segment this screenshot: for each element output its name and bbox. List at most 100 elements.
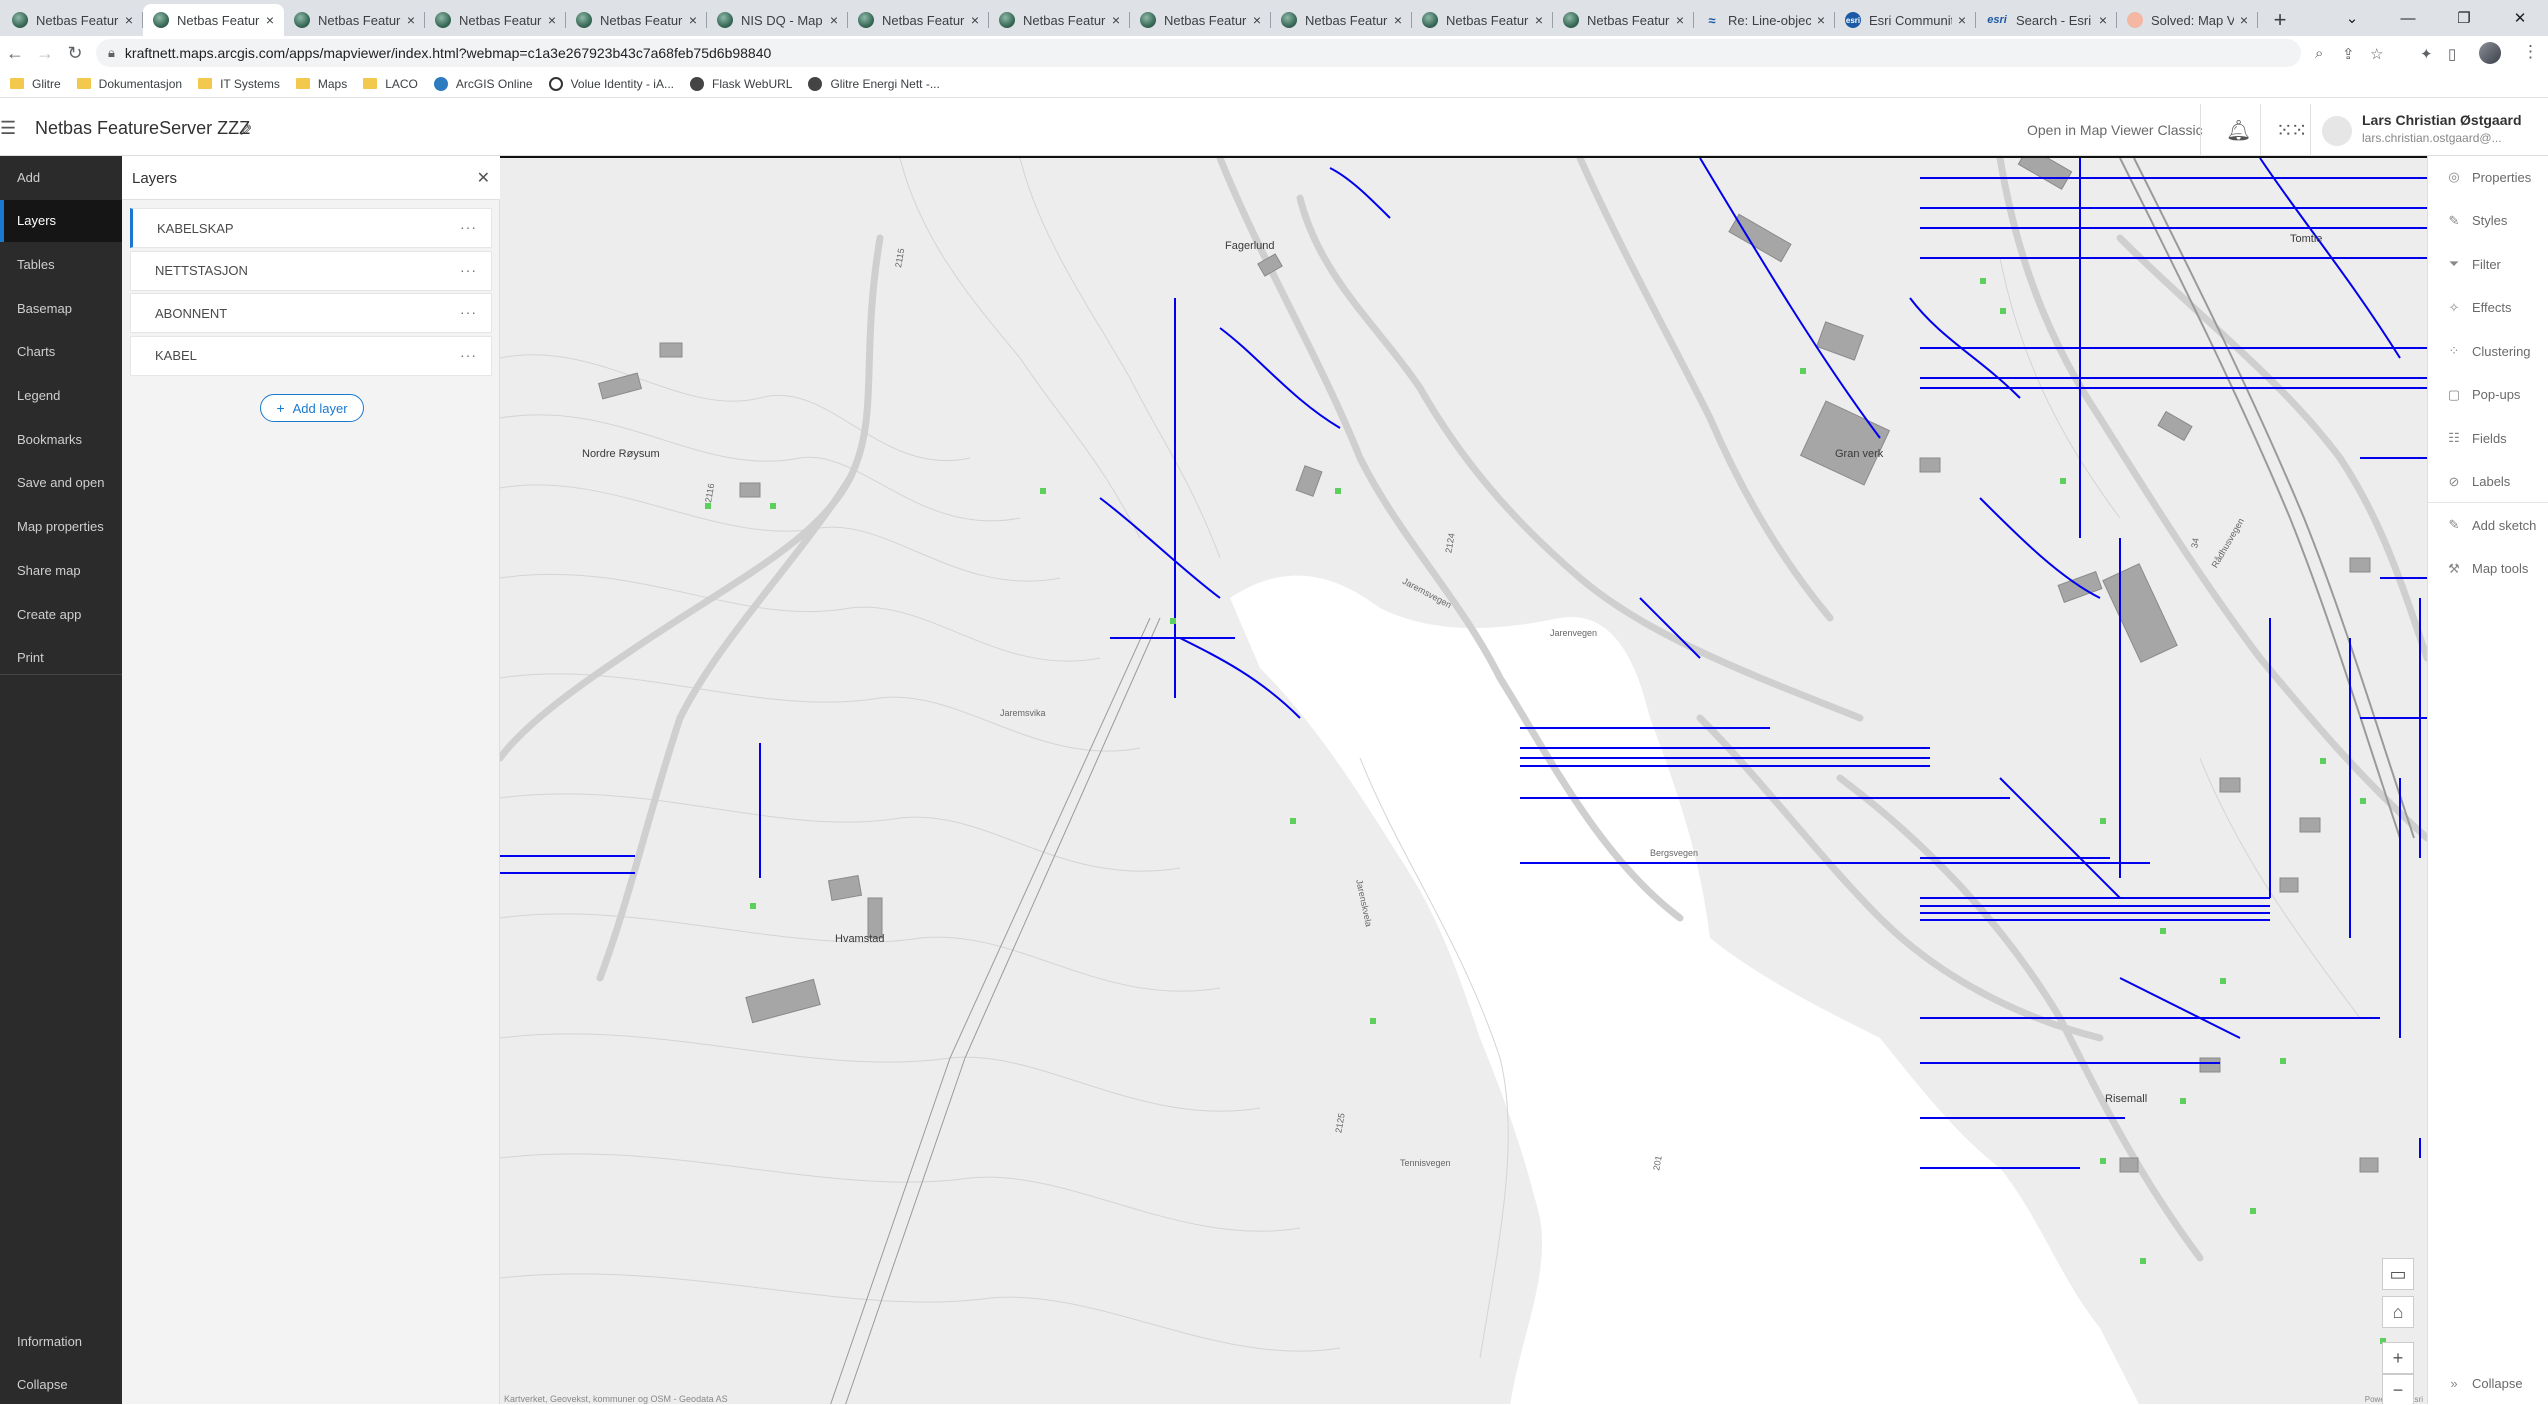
bell-icon[interactable]: 🔔︎ bbox=[2226, 118, 2251, 143]
close-icon[interactable]: × bbox=[971, 12, 979, 28]
close-icon[interactable]: × bbox=[125, 12, 133, 28]
close-icon[interactable]: × bbox=[1394, 12, 1402, 28]
extensions-icon[interactable]: ✦ bbox=[2420, 45, 2433, 63]
browser-tab[interactable]: Netbas Featur × bbox=[143, 4, 284, 36]
close-icon[interactable]: × bbox=[407, 12, 415, 28]
bookmark-item[interactable]: Dokumentasjon bbox=[76, 77, 182, 91]
setting-add-sketch[interactable]: ✎ Add sketch bbox=[2428, 504, 2548, 546]
close-icon[interactable]: × bbox=[266, 12, 274, 28]
close-icon[interactable]: × bbox=[1112, 12, 1120, 28]
setting-pop-ups[interactable]: ▢ Pop-ups bbox=[2428, 374, 2548, 416]
more-options-icon[interactable]: ··· bbox=[460, 304, 477, 320]
setting-labels[interactable]: ⊘ Labels bbox=[2428, 461, 2548, 503]
browser-tab[interactable]: Netbas Featur × bbox=[1271, 4, 1412, 36]
share-icon[interactable]: ⇪ bbox=[2342, 45, 2355, 63]
sidepanel-icon[interactable]: ▯ bbox=[2448, 45, 2456, 63]
browser-tab[interactable]: NIS DQ - Map × bbox=[707, 4, 848, 36]
map-view[interactable]: Nordre Røysum Hvamstad Fagerlund Gran verk T… bbox=[500, 156, 2427, 1404]
browser-tab[interactable]: esri Esri Communit × bbox=[1835, 4, 1976, 36]
more-options-icon[interactable]: ··· bbox=[460, 262, 477, 278]
close-icon[interactable]: ✕ bbox=[2492, 9, 2548, 27]
close-icon[interactable]: × bbox=[1253, 12, 1261, 28]
forward-icon[interactable]: → bbox=[30, 43, 60, 64]
browser-tab[interactable]: Netbas Featur × bbox=[1553, 4, 1694, 36]
tool-basemap[interactable]: Basemap bbox=[0, 287, 122, 329]
app-launcher-icon[interactable]: ⁙⁙ bbox=[2276, 118, 2307, 143]
tool-tables[interactable]: Tables bbox=[0, 243, 122, 285]
close-icon[interactable]: × bbox=[2240, 12, 2248, 28]
url-bar[interactable]: 🔒︎ kraftnett.maps.arcgis.com/apps/mapvie… bbox=[96, 39, 2301, 67]
pencil-icon[interactable]: ✎ bbox=[235, 123, 255, 136]
home-icon[interactable]: ⌂ bbox=[2382, 1296, 2414, 1328]
more-options-icon[interactable]: ··· bbox=[460, 347, 477, 363]
tool-save-and-open[interactable]: Save and open bbox=[0, 462, 122, 504]
zoom-out-icon[interactable]: − bbox=[2382, 1374, 2414, 1404]
browser-tab[interactable]: Netbas Featur × bbox=[1412, 4, 1553, 36]
browser-tab[interactable]: ≈ Re: Line-object × bbox=[1694, 4, 1835, 36]
close-icon[interactable]: × bbox=[1535, 12, 1543, 28]
basemap-toggle-icon[interactable]: ▭ bbox=[2382, 1258, 2414, 1290]
more-options-icon[interactable]: ··· bbox=[460, 219, 477, 235]
collapse-button[interactable]: » Collapse bbox=[2428, 1362, 2548, 1404]
browser-tab[interactable]: Netbas Featur × bbox=[2, 4, 143, 36]
lock-icon[interactable]: 🔒︎ bbox=[108, 45, 115, 61]
tool-information[interactable]: Information bbox=[0, 1320, 122, 1362]
zoom-icon[interactable]: ⌕ bbox=[2315, 45, 2323, 62]
open-classic-link[interactable]: Open in Map Viewer Classic bbox=[2027, 122, 2203, 138]
new-tab-button[interactable]: + bbox=[2264, 4, 2296, 36]
bookmark-item[interactable]: ArcGIS Online bbox=[433, 76, 533, 91]
hamburger-menu-icon[interactable]: ☰ bbox=[0, 118, 16, 139]
close-icon[interactable]: × bbox=[1817, 12, 1825, 28]
setting-properties[interactable]: ◎ Properties bbox=[2428, 156, 2548, 198]
map-canvas[interactable] bbox=[500, 158, 2427, 1404]
bookmark-item[interactable]: Volue Identity - iA... bbox=[548, 76, 674, 91]
browser-tab[interactable]: Netbas Featur × bbox=[848, 4, 989, 36]
tool-layers[interactable]: Layers bbox=[0, 199, 122, 242]
close-icon[interactable]: × bbox=[689, 12, 697, 28]
bookmark-item[interactable]: IT Systems bbox=[198, 77, 280, 91]
user-avatar[interactable] bbox=[2322, 116, 2352, 146]
star-icon[interactable]: ☆ bbox=[2370, 45, 2383, 63]
layer-item-nettstasjon[interactable]: NETTSTASJON ··· bbox=[130, 250, 492, 291]
setting-clustering[interactable]: ⁘ Clustering bbox=[2428, 330, 2548, 372]
tool-share-map[interactable]: Share map bbox=[0, 549, 122, 591]
setting-map-tools[interactable]: ⚒ Map tools bbox=[2428, 548, 2548, 590]
chevron-down-icon[interactable]: ⌄ bbox=[2324, 9, 2380, 27]
close-icon[interactable]: ✕ bbox=[477, 168, 490, 188]
kebab-menu-icon[interactable]: ⋮ bbox=[2522, 42, 2539, 62]
browser-tab[interactable]: Netbas Featur × bbox=[989, 4, 1130, 36]
close-icon[interactable]: × bbox=[1676, 12, 1684, 28]
tool-map-properties[interactable]: Map properties bbox=[0, 506, 122, 548]
tool-add[interactable]: Add bbox=[0, 156, 122, 198]
browser-tab[interactable]: Netbas Featur × bbox=[1130, 4, 1271, 36]
tool-collapse[interactable]: Collapse bbox=[0, 1363, 122, 1405]
layer-item-kabelskap[interactable]: KABELSKAP ··· bbox=[130, 208, 492, 248]
bookmark-item[interactable]: Maps bbox=[295, 77, 347, 91]
browser-tab[interactable]: Netbas Featur × bbox=[566, 4, 707, 36]
restore-icon[interactable]: ❐ bbox=[2436, 9, 2492, 27]
browser-profile-avatar[interactable] bbox=[2479, 42, 2501, 64]
tool-print[interactable]: Print bbox=[0, 637, 122, 679]
bookmark-item[interactable]: Glitre bbox=[10, 77, 61, 91]
zoom-in-icon[interactable]: + bbox=[2382, 1342, 2414, 1374]
browser-tab[interactable]: esri Search - Esri C × bbox=[1976, 4, 2117, 36]
close-icon[interactable]: × bbox=[1958, 12, 1966, 28]
setting-filter[interactable]: ⏷ Filter bbox=[2428, 243, 2548, 285]
setting-styles[interactable]: ✎ Styles bbox=[2428, 200, 2548, 242]
bookmark-item[interactable]: Flask WebURL bbox=[689, 76, 792, 91]
user-name[interactable]: Lars Christian Østgaard bbox=[2362, 112, 2522, 128]
bookmark-item[interactable]: Glitre Energi Nett -... bbox=[808, 76, 940, 91]
tool-create-app[interactable]: Create app bbox=[0, 593, 122, 635]
tool-legend[interactable]: Legend bbox=[0, 375, 122, 417]
add-layer-button[interactable]: + Add layer bbox=[260, 394, 364, 422]
close-icon[interactable]: × bbox=[830, 12, 838, 28]
browser-tab[interactable]: Netbas Featur × bbox=[284, 4, 425, 36]
close-icon[interactable]: × bbox=[2099, 12, 2107, 28]
browser-tab[interactable]: Netbas Featur × bbox=[425, 4, 566, 36]
minimize-icon[interactable]: — bbox=[2380, 10, 2436, 27]
close-icon[interactable]: × bbox=[548, 12, 556, 28]
setting-effects[interactable]: ✧ Effects bbox=[2428, 287, 2548, 329]
layer-item-kabel[interactable]: KABEL ··· bbox=[130, 335, 492, 376]
tool-charts[interactable]: Charts bbox=[0, 331, 122, 373]
browser-tab[interactable]: Solved: Map V × bbox=[2117, 4, 2258, 36]
